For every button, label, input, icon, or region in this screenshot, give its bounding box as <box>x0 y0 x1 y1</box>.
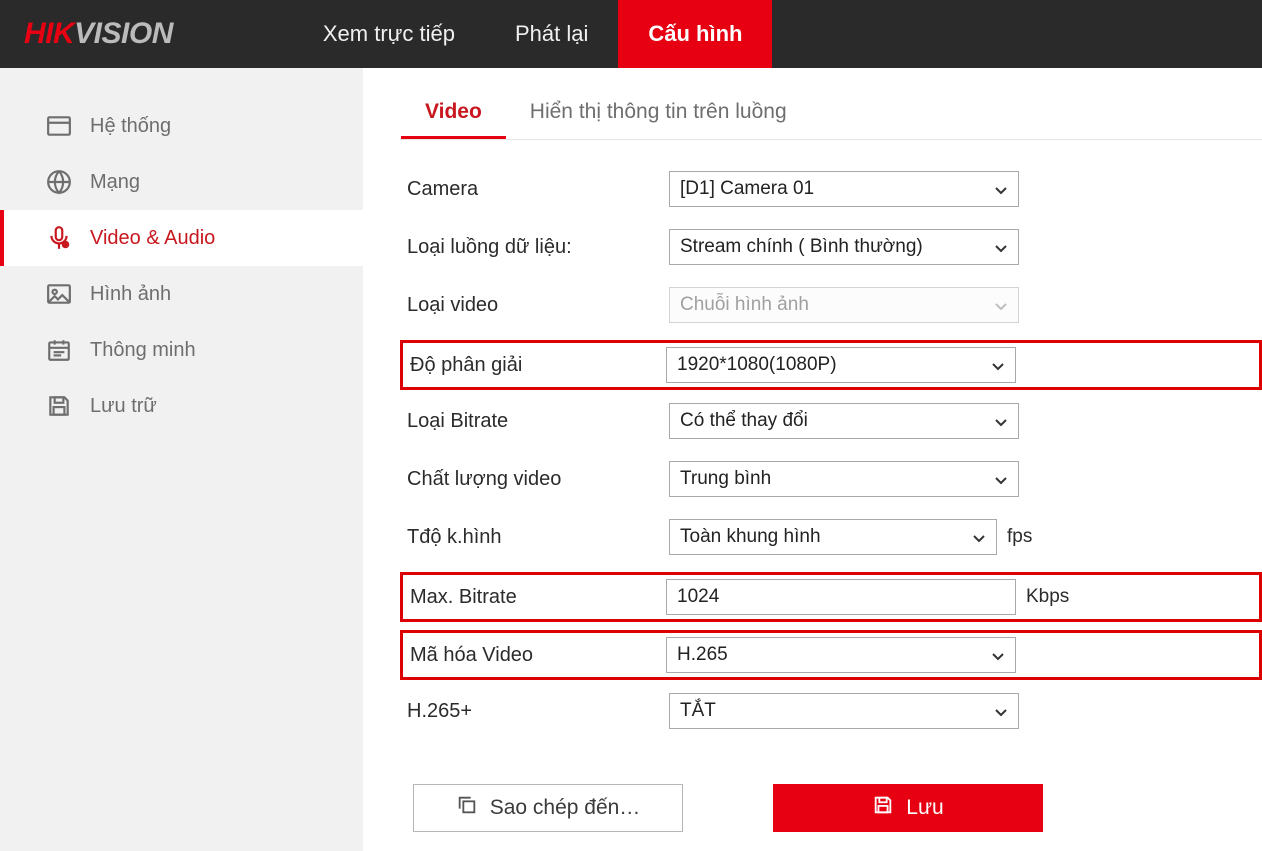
sidebar-item-label: Video & Audio <box>90 227 215 250</box>
select-h265plus[interactable]: TẮT <box>669 693 1019 729</box>
sidebar-item-storage[interactable]: Lưu trữ <box>0 378 363 434</box>
save-icon <box>46 393 72 419</box>
calendar-icon <box>46 337 72 363</box>
topbar: HIKVISION Xem trực tiếp Phát lại Cấu hìn… <box>0 0 1262 68</box>
copy-icon <box>456 794 478 822</box>
label-frame-rate: Tđộ k.hình <box>407 526 669 549</box>
row-max-bitrate: Max. Bitrate Kbps <box>400 572 1262 622</box>
row-camera: Camera [D1] Camera 01 <box>407 170 1262 208</box>
label-bitrate-type: Loại Bitrate <box>407 410 669 433</box>
save-icon <box>872 794 894 822</box>
window-icon <box>46 113 72 139</box>
label-h265plus: H.265+ <box>407 700 669 723</box>
select-value: 1920*1080(1080P) <box>677 354 837 376</box>
select-value: Có thể thay đổi <box>680 410 808 432</box>
chevron-down-icon <box>991 648 1005 662</box>
select-video-type: Chuỗi hình ảnh <box>669 287 1019 323</box>
select-value: Stream chính ( Bình thường) <box>680 236 923 258</box>
row-video-type: Loại video Chuỗi hình ảnh <box>407 286 1262 324</box>
button-row: Sao chép đến… Lưu <box>407 784 1262 832</box>
sidebar-item-system[interactable]: Hệ thống <box>0 98 363 154</box>
sidebar-item-image[interactable]: Hình ảnh <box>0 266 363 322</box>
select-value: Toàn khung hình <box>680 526 821 548</box>
copy-to-button[interactable]: Sao chép đến… <box>413 784 683 832</box>
chevron-down-icon <box>994 472 1008 486</box>
sidebar-item-label: Hệ thống <box>90 115 171 138</box>
sidebar-item-network[interactable]: Mạng <box>0 154 363 210</box>
sidebar-item-video-audio[interactable]: Video & Audio <box>0 210 363 266</box>
select-value: H.265 <box>677 644 728 666</box>
select-value: Chuỗi hình ảnh <box>680 294 809 316</box>
chevron-down-icon <box>994 240 1008 254</box>
select-value: TẮT <box>680 700 716 722</box>
label-max-bitrate: Max. Bitrate <box>407 586 666 609</box>
chevron-down-icon <box>994 704 1008 718</box>
mic-icon <box>46 225 72 251</box>
globe-icon <box>46 169 72 195</box>
tabs: Video Hiển thị thông tin trên luồng <box>401 90 1262 140</box>
save-button[interactable]: Lưu <box>773 784 1043 832</box>
logo-vision: VISION <box>74 17 173 50</box>
chevron-down-icon <box>991 358 1005 372</box>
nav-live-view[interactable]: Xem trực tiếp <box>293 0 485 68</box>
label-video-type: Loại video <box>407 294 669 317</box>
logo: HIKVISION <box>24 17 173 51</box>
chevron-down-icon <box>972 530 986 544</box>
sidebar: Hệ thống Mạng Video & Audio Hình ảnh Thô… <box>0 68 363 851</box>
row-frame-rate: Tđộ k.hình Toàn khung hình fps <box>407 518 1262 556</box>
sidebar-item-label: Mạng <box>90 171 140 194</box>
label-video-encoding: Mã hóa Video <box>407 644 666 667</box>
label-video-quality: Chất lượng video <box>407 468 669 491</box>
row-video-quality: Chất lượng video Trung bình <box>407 460 1262 498</box>
image-icon <box>46 281 72 307</box>
row-resolution: Độ phân giải 1920*1080(1080P) <box>400 340 1262 390</box>
input-max-bitrate[interactable] <box>666 579 1016 615</box>
form: Camera [D1] Camera 01 Loại luồng dữ liệu… <box>401 170 1262 832</box>
select-camera[interactable]: [D1] Camera 01 <box>669 171 1019 207</box>
tab-osd[interactable]: Hiển thị thông tin trên luồng <box>506 90 811 139</box>
chevron-down-icon <box>994 414 1008 428</box>
select-value: [D1] Camera 01 <box>680 178 814 200</box>
main: Hệ thống Mạng Video & Audio Hình ảnh Thô… <box>0 68 1262 851</box>
sidebar-item-label: Lưu trữ <box>90 395 157 418</box>
nav-configuration[interactable]: Cấu hình <box>618 0 772 68</box>
label-camera: Camera <box>407 178 669 201</box>
label-resolution: Độ phân giải <box>407 354 666 377</box>
select-resolution[interactable]: 1920*1080(1080P) <box>666 347 1016 383</box>
select-frame-rate[interactable]: Toàn khung hình <box>669 519 997 555</box>
logo-hik: HIK <box>24 17 74 50</box>
row-h265plus: H.265+ TẮT <box>407 692 1262 730</box>
row-video-encoding: Mã hóa Video H.265 <box>400 630 1262 680</box>
button-label: Sao chép đến… <box>490 796 641 820</box>
select-video-quality[interactable]: Trung bình <box>669 461 1019 497</box>
unit-fps: fps <box>1007 526 1032 548</box>
chevron-down-icon <box>994 182 1008 196</box>
tab-video[interactable]: Video <box>401 90 506 139</box>
sidebar-item-label: Hình ảnh <box>90 283 171 306</box>
row-bitrate-type: Loại Bitrate Có thể thay đổi <box>407 402 1262 440</box>
select-bitrate-type[interactable]: Có thể thay đổi <box>669 403 1019 439</box>
unit-kbps: Kbps <box>1026 586 1069 608</box>
chevron-down-icon <box>994 298 1008 312</box>
content: Video Hiển thị thông tin trên luồng Came… <box>363 68 1262 851</box>
row-stream-type: Loại luồng dữ liệu: Stream chính ( Bình … <box>407 228 1262 266</box>
select-video-encoding[interactable]: H.265 <box>666 637 1016 673</box>
nav-playback[interactable]: Phát lại <box>485 0 618 68</box>
sidebar-item-smart[interactable]: Thông minh <box>0 322 363 378</box>
select-stream-type[interactable]: Stream chính ( Bình thường) <box>669 229 1019 265</box>
sidebar-item-label: Thông minh <box>90 339 196 362</box>
top-nav: Xem trực tiếp Phát lại Cấu hình <box>293 0 773 68</box>
button-label: Lưu <box>906 796 943 820</box>
label-stream-type: Loại luồng dữ liệu: <box>407 236 669 259</box>
select-value: Trung bình <box>680 468 771 490</box>
